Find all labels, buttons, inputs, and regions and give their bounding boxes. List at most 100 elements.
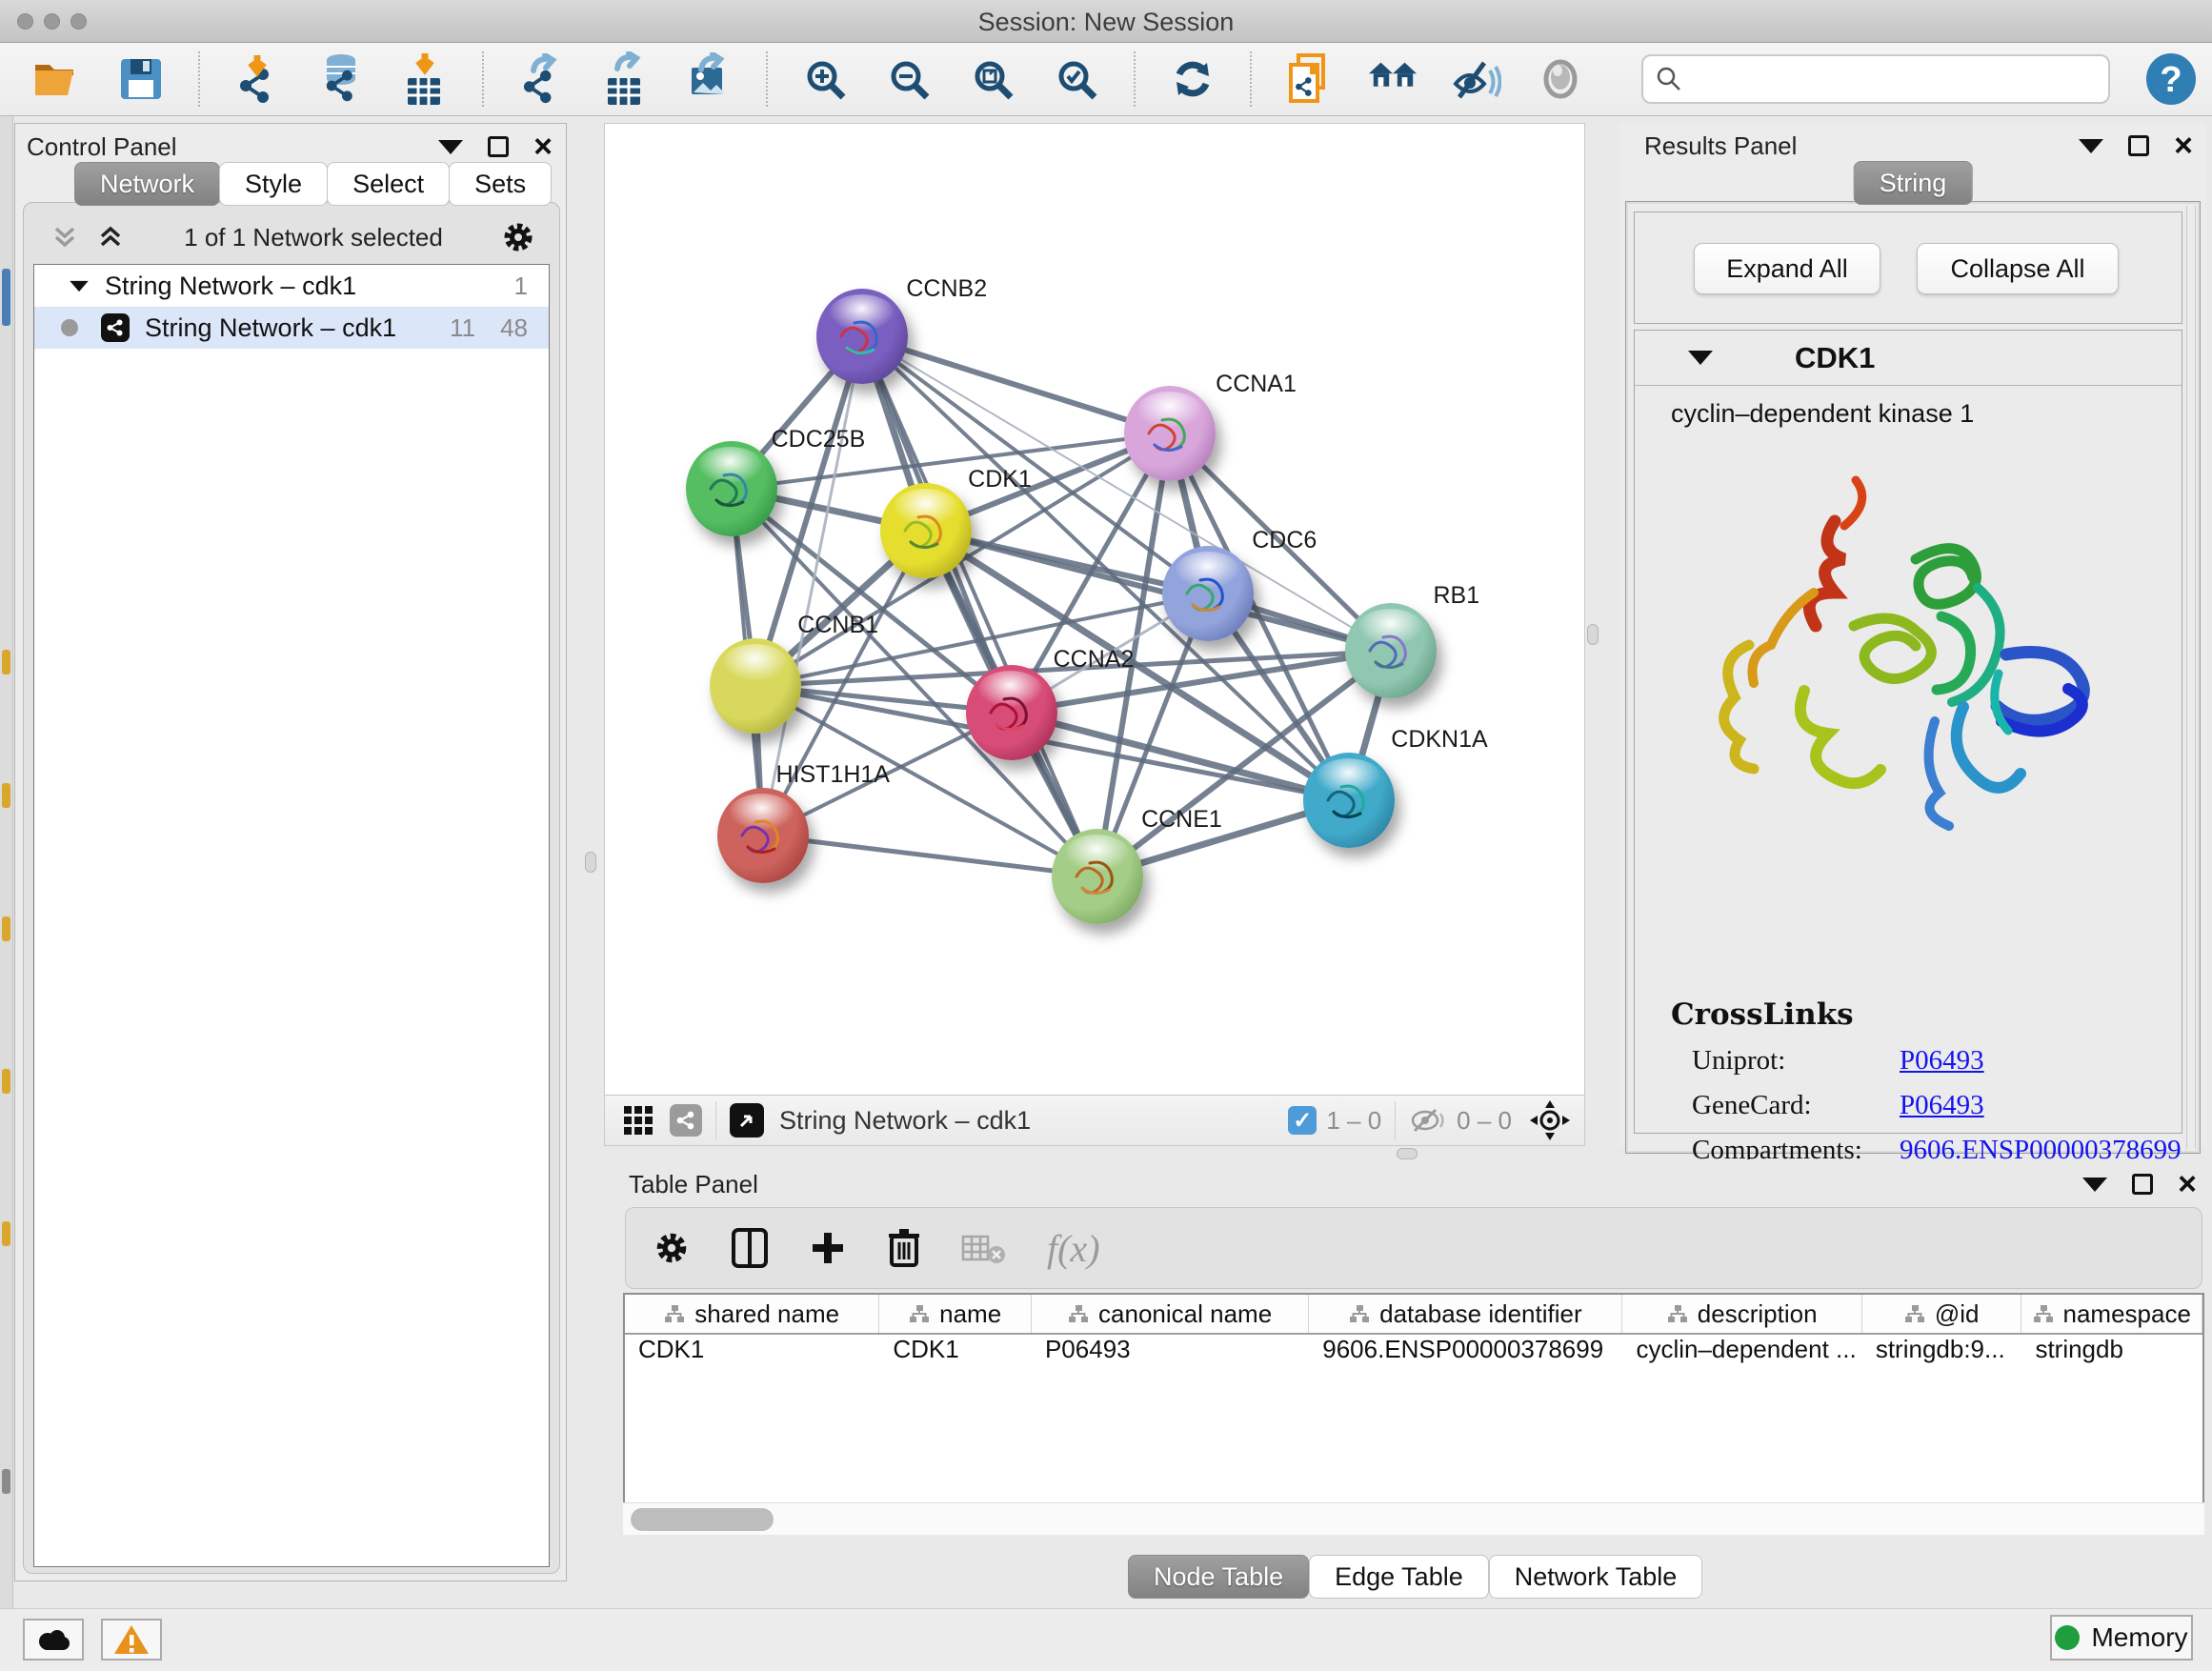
import-database-button[interactable] [316,54,366,104]
network-overview-icon[interactable] [670,1104,702,1137]
edge-HIST1H1A-CCNE1[interactable] [763,836,1098,876]
left-splitter-handle[interactable] [585,852,596,873]
delete-column-trash-icon[interactable] [887,1227,921,1269]
node-CDC25B[interactable] [686,441,777,536]
table-cell[interactable]: stringdb [2021,1335,2202,1377]
copy-documents-button[interactable] [1284,54,1334,104]
table-hscrollbar[interactable] [623,1502,2204,1535]
hide-selected-button[interactable] [1452,54,1501,104]
edge-CCNB2-CCNA1[interactable] [862,336,1170,433]
results-scrollbar[interactable] [2186,206,2196,1149]
collapse-all-icon[interactable] [49,221,81,253]
column-header-description[interactable]: description [1622,1295,1861,1333]
expand-all-icon[interactable] [94,221,127,253]
selected-nodes-checkbox[interactable]: ✓ [1288,1106,1317,1135]
zoom-fit-button[interactable] [968,54,1017,104]
collection-expander-icon[interactable] [70,280,89,291]
search-box[interactable] [1641,54,2110,104]
crosslinks-heading: CrossLinks [1671,997,2182,1032]
fit-content-icon[interactable] [1529,1099,1571,1141]
node-CCNB2[interactable] [816,289,908,384]
network-collection-row[interactable]: String Network – cdk1 1 [34,265,549,307]
node-CDKN1A[interactable] [1303,753,1395,848]
right-splitter-handle[interactable] [1587,624,1599,645]
show-hidden-button[interactable] [1536,54,1585,104]
tab-string[interactable]: String [1854,161,1973,205]
network-row[interactable]: String Network – cdk1 11 48 [34,307,549,349]
tab-node-table[interactable]: Node Table [1128,1555,1309,1599]
expand-all-button[interactable]: Expand All [1694,243,1880,294]
panel-close-icon[interactable]: × [533,136,553,157]
column-header-namespace[interactable]: namespace [2021,1295,2202,1333]
gene-expander-icon[interactable] [1688,351,1713,365]
table-cell[interactable]: cyclin–dependent ... [1622,1335,1861,1377]
grid-view-icon[interactable] [622,1104,654,1137]
export-network-button[interactable] [516,54,566,104]
node-table[interactable]: shared namenamecanonical namedatabase id… [623,1293,2204,1535]
table-hscrollbar-thumb[interactable] [631,1508,774,1531]
tab-edge-table[interactable]: Edge Table [1309,1555,1489,1599]
home-layout-button[interactable] [1368,54,1418,104]
refresh-layout-button[interactable] [1168,54,1217,104]
table-cell[interactable]: P06493 [1032,1335,1309,1377]
node-CDC6[interactable] [1162,546,1254,641]
panel-close-icon[interactable]: × [2174,135,2193,156]
panel-close-icon[interactable]: × [2178,1174,2197,1195]
gear-icon[interactable] [500,219,536,255]
crosslink-link[interactable]: P06493 [1900,1045,1984,1077]
column-header-id[interactable]: @id [1862,1295,2022,1333]
zoom-out-button[interactable] [884,54,934,104]
tab-sets[interactable]: Sets [449,162,552,206]
tab-network[interactable]: Network [74,162,220,206]
table-cell[interactable]: CDK1 [879,1335,1032,1377]
edge-CCNB2-CCNE1[interactable] [862,336,1097,876]
column-header-name[interactable]: name [879,1295,1032,1333]
panel-float-icon[interactable] [2128,135,2149,156]
tab-select[interactable]: Select [327,162,450,206]
cloud-status-button[interactable] [23,1619,84,1661]
help-button[interactable]: ? [2145,52,2197,106]
show-columns-icon[interactable] [731,1227,769,1269]
open-session-button[interactable] [32,54,82,104]
table-cell[interactable]: CDK1 [625,1335,879,1377]
export-image-button[interactable] [684,54,734,104]
background-sliver [2,916,10,941]
import-table-button[interactable] [400,54,450,104]
zoom-selected-button[interactable] [1052,54,1101,104]
search-input[interactable] [1683,65,2108,94]
node-CDK1[interactable] [880,483,972,578]
column-header-databaseidentifier[interactable]: database identifier [1309,1295,1622,1333]
panel-float-icon[interactable] [488,136,509,157]
table-row[interactable]: CDK1CDK1P064939606.ENSP00000378699cyclin… [625,1335,2202,1377]
collapse-all-button[interactable]: Collapse All [1917,243,2119,294]
column-type-icon [1349,1304,1370,1323]
add-column-icon[interactable] [809,1229,847,1267]
table-cell[interactable]: stringdb:9... [1862,1335,2022,1377]
column-header-canonicalname[interactable]: canonical name [1032,1295,1309,1333]
panel-menu-icon[interactable] [438,140,463,154]
node-CCNB1[interactable] [710,638,801,734]
bottom-splitter-handle[interactable] [1397,1148,1418,1159]
panel-menu-icon[interactable] [2082,1178,2107,1192]
memory-button[interactable]: Memory [2050,1615,2193,1661]
panel-menu-icon[interactable] [2079,139,2103,153]
node-CCNA2[interactable] [966,665,1057,760]
tab-network-table[interactable]: Network Table [1489,1555,1703,1599]
birdseye-toggle-icon[interactable] [730,1103,764,1137]
tab-style[interactable]: Style [219,162,328,206]
save-session-button[interactable] [116,54,166,104]
node-HIST1H1A[interactable] [717,788,809,883]
import-network-button[interactable] [232,54,282,104]
table-cell[interactable]: 9606.ENSP00000378699 [1309,1335,1622,1377]
export-table-button[interactable] [600,54,650,104]
node-CCNE1[interactable] [1052,829,1143,924]
zoom-in-button[interactable] [800,54,850,104]
column-header-sharedname[interactable]: shared name [625,1295,879,1333]
warnings-button[interactable] [101,1619,162,1661]
crosslink-link[interactable]: P06493 [1900,1090,1984,1121]
panel-float-icon[interactable] [2132,1174,2153,1195]
table-settings-gear-icon[interactable] [653,1229,691,1267]
network-canvas[interactable]: CCNB2 CCNA1 CDC25B CDK1 CDC6 RB1CCNB1 CC… [605,124,1584,1095]
gene-section-header[interactable]: CDK1 [1635,331,2182,386]
node-CCNA1[interactable] [1124,386,1216,481]
